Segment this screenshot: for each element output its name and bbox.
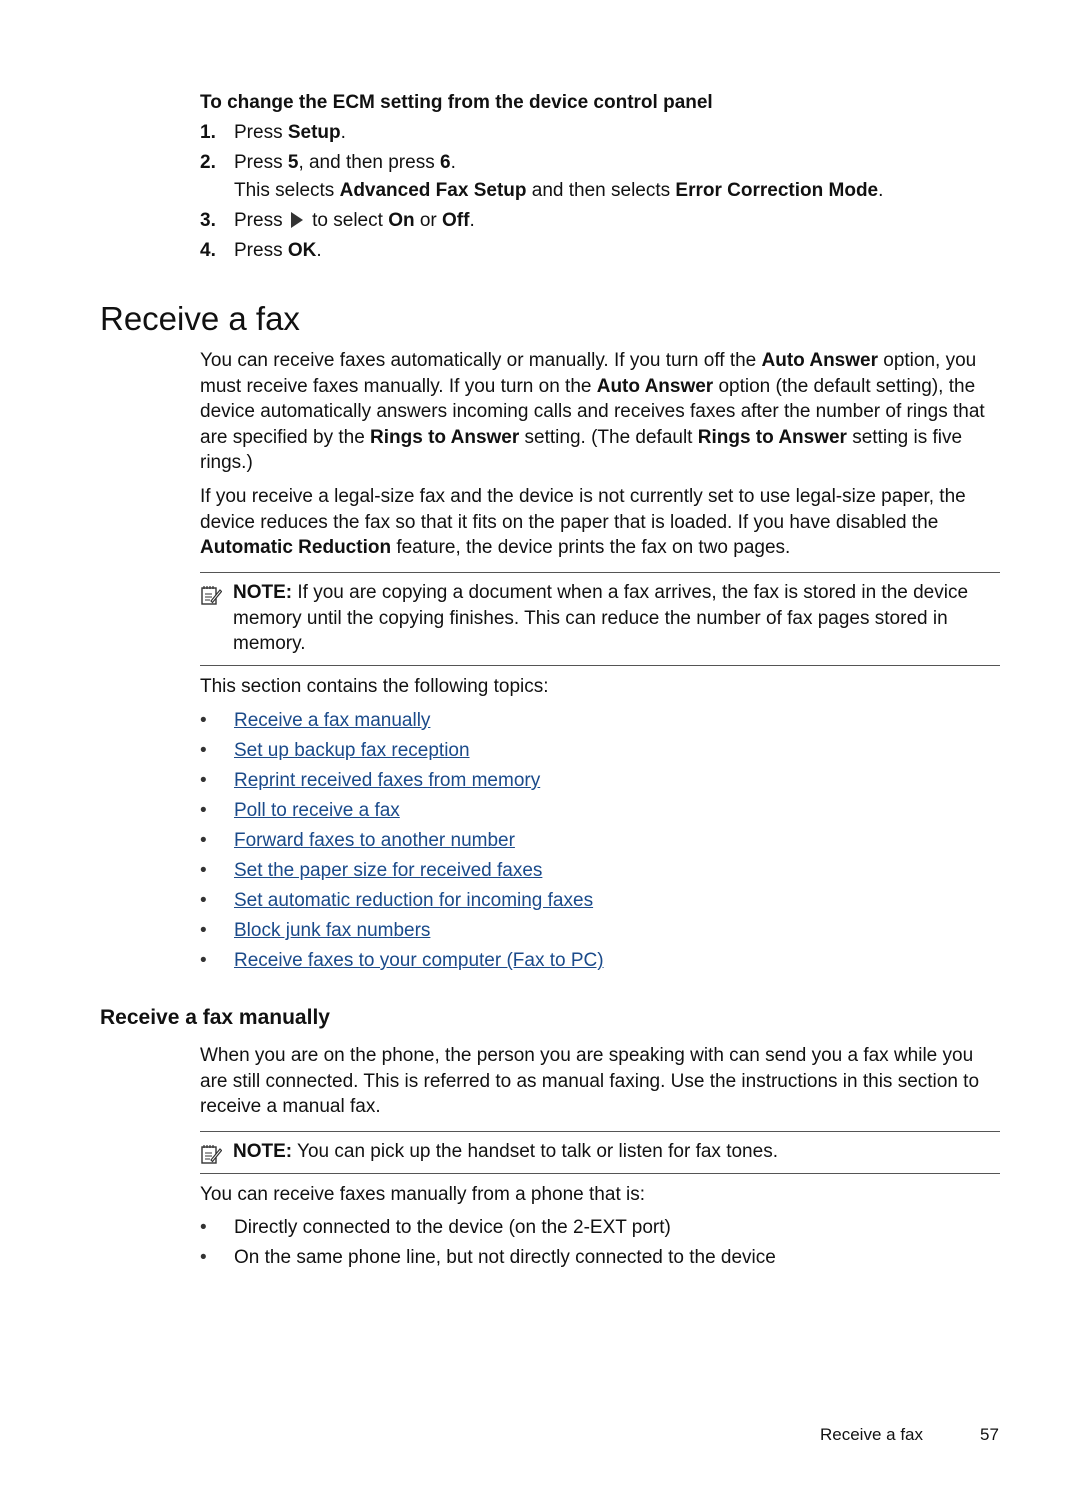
topic-item: • Reprint received faxes from memory xyxy=(200,770,541,791)
legal-size-paragraph: If you receive a legal-size fax and the … xyxy=(200,486,966,558)
topic-link[interactable]: Reprint received faxes from memory xyxy=(234,770,540,791)
topic-item: • Set automatic reduction for incoming fa… xyxy=(200,890,594,911)
topic-link[interactable]: Set automatic reduction for incoming fax… xyxy=(234,890,593,911)
manual-faxing-paragraph: When you are on the phone, the person yo… xyxy=(200,1045,980,1117)
footer-section-name: Receive a fax xyxy=(820,1425,923,1444)
topic-link[interactable]: Receive a fax manually xyxy=(234,710,430,731)
procedure-title: To change the ECM setting from the devic… xyxy=(200,92,713,113)
topic-item: • Forward faxes to another number xyxy=(200,830,515,851)
phone-intro: You can receive faxes manually from a ph… xyxy=(200,1184,645,1205)
topic-item: • Set up backup fax reception xyxy=(200,740,470,761)
page-number: 57 xyxy=(980,1425,999,1444)
topic-link[interactable]: Forward faxes to another number xyxy=(234,830,515,851)
step-2: 2. Press 5, and then press 6. xyxy=(200,152,456,173)
list-item: • On the same phone line, but not directl… xyxy=(200,1247,776,1268)
phone-types-list: • Directly connected to the device (on th… xyxy=(200,1213,776,1273)
topic-link[interactable]: Set up backup fax reception xyxy=(234,740,470,761)
subsection-heading: Receive a fax manually xyxy=(100,1006,330,1029)
topic-item: • Receive a fax manually xyxy=(200,710,431,731)
note-copying: NOTE: If you are copying a document when… xyxy=(200,572,1000,666)
right-arrow-button-icon xyxy=(290,212,303,228)
step-4: 4. Press OK. xyxy=(200,240,322,261)
topics-intro: This section contains the following topi… xyxy=(200,676,549,697)
topic-link[interactable]: Poll to receive a fax xyxy=(234,800,400,821)
topic-item: • Receive faxes to your computer (Fax to … xyxy=(200,950,604,971)
note-icon xyxy=(201,586,222,605)
list-item: • Directly connected to the device (on th… xyxy=(200,1217,671,1238)
step-1: 1. Press Setup. xyxy=(200,122,346,143)
topic-link[interactable]: Block junk fax numbers xyxy=(234,920,430,941)
topics-list: • Receive a fax manually • Set up backup f… xyxy=(200,706,604,976)
topic-item: • Set the paper size for received faxes xyxy=(200,860,543,881)
topic-item: • Poll to receive a fax xyxy=(200,800,400,821)
topic-item: • Block junk fax numbers xyxy=(200,920,431,941)
topic-link[interactable]: Receive faxes to your computer (Fax to P… xyxy=(234,950,604,971)
step-3: 3. Press to select On or Off. xyxy=(200,210,475,231)
note-handset: NOTE: You can pick up the handset to tal… xyxy=(200,1131,1000,1174)
note-icon xyxy=(201,1145,222,1164)
section-heading: Receive a fax xyxy=(100,300,300,337)
intro-paragraph: You can receive faxes automatically or m… xyxy=(200,350,985,473)
step-2-detail: This selects Advanced Fax Setup and then… xyxy=(234,180,884,201)
topic-link[interactable]: Set the paper size for received faxes xyxy=(234,860,542,881)
